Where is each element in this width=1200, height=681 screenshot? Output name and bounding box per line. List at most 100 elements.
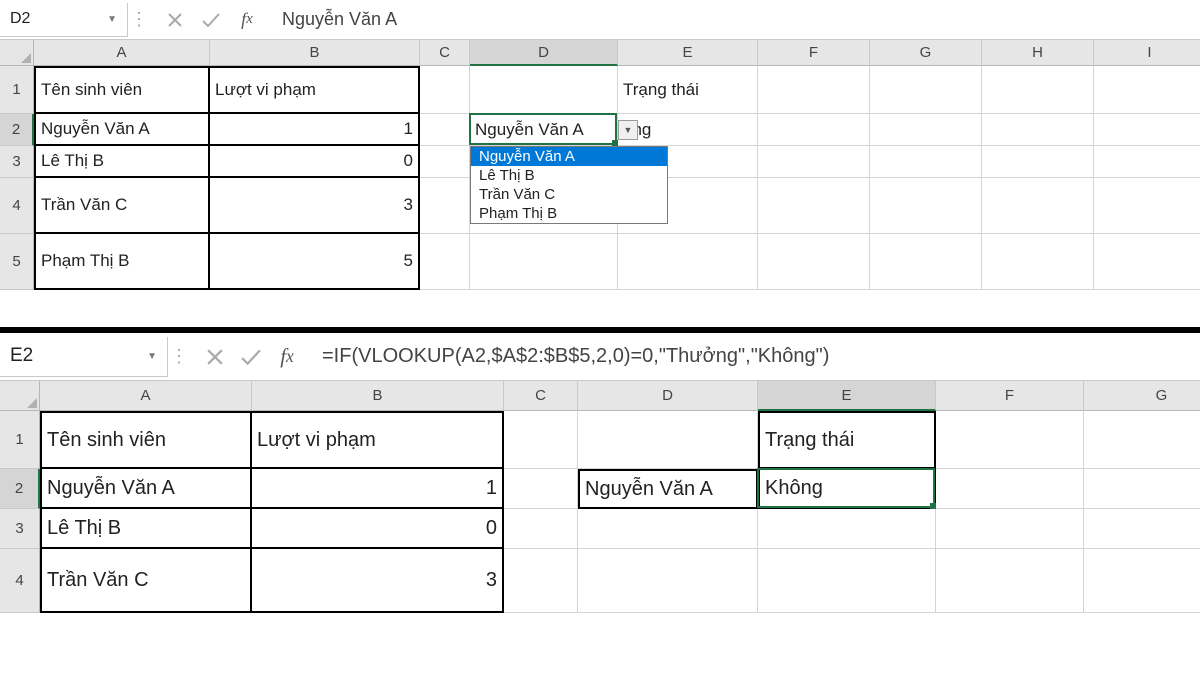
cell[interactable] (870, 114, 982, 146)
cell[interactable]: 3 (210, 178, 420, 234)
cell[interactable] (982, 114, 1094, 146)
row-header[interactable]: 3 (0, 146, 34, 178)
cell[interactable]: Không (758, 469, 936, 509)
cell[interactable] (1094, 114, 1200, 146)
cell[interactable] (936, 411, 1084, 469)
cell[interactable] (1094, 234, 1200, 290)
dropdown-option[interactable]: Lê Thị B (471, 166, 667, 185)
cell[interactable] (870, 234, 982, 290)
row-header[interactable]: 4 (0, 178, 34, 234)
column-header[interactable]: E (758, 381, 936, 411)
cell[interactable]: 5 (210, 234, 420, 290)
dropdown-list[interactable]: Nguyễn Văn ALê Thị BTrần Văn CPhạm Thị B (470, 146, 668, 224)
cell[interactable]: Nguyễn Văn A (470, 114, 618, 146)
cell[interactable] (618, 234, 758, 290)
cell[interactable]: Trần Văn C (34, 178, 210, 234)
cell[interactable]: Nguyễn Văn A (40, 469, 252, 509)
cell[interactable] (1084, 469, 1200, 509)
spreadsheet-grid[interactable]: ABCDEFG 1234 Tên sinh viênLượt vi phạmTr… (0, 381, 1200, 681)
column-header[interactable]: C (504, 381, 578, 411)
cell[interactable] (504, 549, 578, 613)
cell[interactable] (420, 178, 470, 234)
column-header[interactable]: A (34, 40, 210, 66)
cell[interactable] (470, 66, 618, 114)
cell[interactable]: 3 (252, 549, 504, 613)
cell[interactable]: Nguyễn Văn A (34, 114, 210, 146)
cell[interactable] (420, 66, 470, 114)
cell[interactable] (936, 549, 1084, 613)
select-all-corner[interactable] (0, 381, 40, 411)
cell[interactable] (758, 66, 870, 114)
name-box[interactable]: E2 ▼ (0, 337, 168, 377)
formula-input[interactable]: Nguyễn Văn A (272, 9, 1200, 30)
column-header[interactable]: D (578, 381, 758, 411)
cell[interactable] (870, 146, 982, 178)
formula-input[interactable]: =IF(VLOOKUP(A2,$A$2:$B$5,2,0)=0,"Thưởng"… (312, 345, 1200, 368)
chevron-down-icon[interactable]: ▼ (107, 14, 117, 25)
dropdown-option[interactable]: Phạm Thị B (471, 204, 667, 223)
column-header[interactable]: C (420, 40, 470, 66)
cell[interactable]: Lượt vi phạm (252, 411, 504, 469)
select-all-corner[interactable] (0, 40, 34, 66)
column-header[interactable]: G (1084, 381, 1200, 411)
spreadsheet-grid[interactable]: ABCDEFGHI 12345 Tên sinh viênLượt vi phạ… (0, 40, 1200, 326)
column-header[interactable]: G (870, 40, 982, 66)
name-box[interactable]: D2 ▼ (0, 3, 128, 37)
cell[interactable] (936, 469, 1084, 509)
column-header[interactable]: E (618, 40, 758, 66)
cell[interactable] (578, 509, 758, 549)
cell[interactable]: Trạng thái (618, 66, 758, 114)
cell[interactable] (758, 549, 936, 613)
row-header[interactable]: 2 (0, 114, 34, 146)
column-header[interactable]: B (252, 381, 504, 411)
cell[interactable]: Lê Thị B (40, 509, 252, 549)
cell[interactable]: Tên sinh viên (40, 411, 252, 469)
column-header[interactable]: I (1094, 40, 1200, 66)
cell[interactable] (578, 411, 758, 469)
column-header[interactable]: F (936, 381, 1084, 411)
cell[interactable]: Lê Thị B (34, 146, 210, 178)
cell[interactable] (936, 509, 1084, 549)
dropdown-option[interactable]: Trần Văn C (471, 185, 667, 204)
cell[interactable]: Nguyễn Văn A (578, 469, 758, 509)
enter-icon[interactable] (200, 6, 222, 34)
cell[interactable]: Trần Văn C (40, 549, 252, 613)
cell[interactable] (758, 146, 870, 178)
cell[interactable] (1084, 509, 1200, 549)
cancel-icon[interactable] (204, 343, 226, 371)
column-header[interactable]: A (40, 381, 252, 411)
cell[interactable] (1084, 549, 1200, 613)
cell[interactable]: Trạng thái (758, 411, 936, 469)
cell[interactable] (504, 509, 578, 549)
row-header[interactable]: 2 (0, 469, 40, 509)
cell[interactable]: Lượt vi phạm (210, 66, 420, 114)
fx-icon[interactable]: fx (236, 6, 258, 34)
cell[interactable] (420, 114, 470, 146)
cell[interactable]: ông (618, 114, 758, 146)
cell[interactable] (758, 234, 870, 290)
dropdown-option[interactable]: Nguyễn Văn A (471, 147, 667, 166)
row-header[interactable]: 1 (0, 411, 40, 469)
cell[interactable] (1094, 178, 1200, 234)
cell[interactable] (1084, 411, 1200, 469)
cell[interactable] (1094, 146, 1200, 178)
column-header[interactable]: D (470, 40, 618, 66)
row-header[interactable]: 3 (0, 509, 40, 549)
cell[interactable] (420, 146, 470, 178)
cell[interactable]: 1 (252, 469, 504, 509)
cell[interactable] (504, 411, 578, 469)
cell[interactable] (504, 469, 578, 509)
cancel-icon[interactable] (164, 6, 186, 34)
row-header[interactable]: 5 (0, 234, 34, 290)
cell[interactable] (870, 66, 982, 114)
column-header[interactable]: B (210, 40, 420, 66)
cell[interactable] (982, 66, 1094, 114)
cells-area[interactable]: Tên sinh viênLượt vi phạmTrạng tháiNguyễ… (40, 411, 1200, 613)
cell[interactable] (420, 234, 470, 290)
cell[interactable] (982, 234, 1094, 290)
cell[interactable] (758, 114, 870, 146)
chevron-down-icon[interactable]: ▼ (147, 351, 157, 362)
cell[interactable] (758, 178, 870, 234)
cell[interactable]: Phạm Thị B (34, 234, 210, 290)
row-header[interactable]: 1 (0, 66, 34, 114)
